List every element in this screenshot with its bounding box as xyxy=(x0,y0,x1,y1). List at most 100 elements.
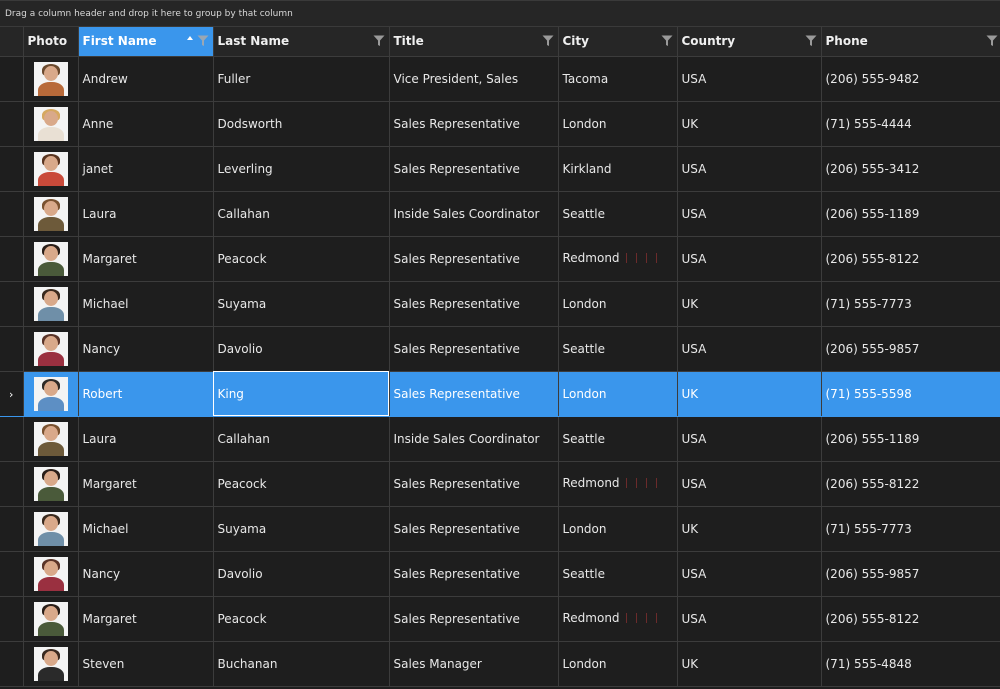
cell-city[interactable]: London xyxy=(558,506,678,552)
table-row[interactable]: Margaret Peacock Sales Representative Redmo… xyxy=(0,596,1000,642)
table-row[interactable]: Anne Dodsworth Sales Representative London U… xyxy=(0,101,1000,147)
cell-phone[interactable]: (71) 555-7773 xyxy=(821,506,1000,552)
table-row[interactable]: › Robert King Sales Representative London UK (… xyxy=(0,371,1000,417)
row-indicator[interactable] xyxy=(0,146,24,192)
cell-photo[interactable] xyxy=(23,596,79,642)
cell-title[interactable]: Sales Manager xyxy=(389,641,559,687)
cell-phone[interactable]: (206) 555-3412 xyxy=(821,146,1000,192)
cell-phone[interactable]: (206) 555-9482 xyxy=(821,56,1000,102)
row-indicator[interactable] xyxy=(0,236,24,282)
cell-title[interactable]: Sales Representative xyxy=(389,281,559,327)
funnel-icon[interactable] xyxy=(661,35,673,47)
cell-city[interactable]: London xyxy=(558,101,678,147)
cell-city[interactable]: Redmond xyxy=(558,461,678,507)
cell-phone[interactable]: (206) 555-8122 xyxy=(821,236,1000,282)
cell-last-name[interactable]: Suyama xyxy=(213,506,390,552)
cell-country[interactable]: USA xyxy=(677,191,822,237)
column-header-country[interactable]: Country xyxy=(677,27,822,57)
cell-country[interactable]: USA xyxy=(677,461,822,507)
cell-country[interactable]: USA xyxy=(677,56,822,102)
table-row[interactable]: Margaret Peacock Sales Representative Redmo… xyxy=(0,236,1000,282)
table-row[interactable]: Laura Callahan Inside Sales Coordinator Sea… xyxy=(0,191,1000,237)
row-indicator[interactable] xyxy=(0,191,24,237)
funnel-icon[interactable] xyxy=(805,35,817,47)
table-row[interactable]: Nancy Davolio Sales Representative Seattle U… xyxy=(0,551,1000,597)
cell-first-name[interactable]: Laura xyxy=(78,416,214,462)
cell-phone[interactable]: (71) 555-7773 xyxy=(821,281,1000,327)
cell-city[interactable]: Seattle xyxy=(558,416,678,462)
cell-title[interactable]: Sales Representative xyxy=(389,371,559,417)
cell-last-name[interactable]: Buchanan xyxy=(213,641,390,687)
cell-city[interactable]: Redmond xyxy=(558,236,678,282)
cell-city[interactable]: London xyxy=(558,281,678,327)
cell-photo[interactable] xyxy=(23,551,79,597)
cell-last-name[interactable]: Peacock xyxy=(213,596,390,642)
cell-first-name[interactable]: Andrew xyxy=(78,56,214,102)
row-indicator[interactable] xyxy=(0,641,24,687)
cell-country[interactable]: UK xyxy=(677,281,822,327)
cell-photo[interactable] xyxy=(23,326,79,372)
cell-title[interactable]: Inside Sales Coordinator xyxy=(389,191,559,237)
cell-country[interactable]: UK xyxy=(677,641,822,687)
cell-first-name[interactable]: Michael xyxy=(78,281,214,327)
cell-photo[interactable] xyxy=(23,146,79,192)
cell-city[interactable]: Seattle xyxy=(558,191,678,237)
cell-first-name[interactable]: Margaret xyxy=(78,461,214,507)
cell-title[interactable]: Sales Representative xyxy=(389,146,559,192)
cell-last-name[interactable]: Fuller xyxy=(213,56,390,102)
cell-phone[interactable]: (206) 555-8122 xyxy=(821,461,1000,507)
cell-first-name[interactable]: Michael xyxy=(78,506,214,552)
table-row[interactable]: Michael Suyama Sales Representative London U… xyxy=(0,281,1000,327)
funnel-icon[interactable] xyxy=(986,35,998,47)
cell-last-name[interactable]: Peacock xyxy=(213,461,390,507)
funnel-icon[interactable] xyxy=(373,35,385,47)
cell-first-name[interactable]: Margaret xyxy=(78,236,214,282)
cell-photo[interactable] xyxy=(23,506,79,552)
funnel-icon[interactable] xyxy=(542,35,554,47)
table-row[interactable]: Michael Suyama Sales Representative London U… xyxy=(0,506,1000,552)
cell-city[interactable]: Tacoma xyxy=(558,56,678,102)
cell-country[interactable]: UK xyxy=(677,506,822,552)
cell-title[interactable]: Sales Representative xyxy=(389,236,559,282)
cell-last-name[interactable]: Davolio xyxy=(213,326,390,372)
cell-title[interactable]: Sales Representative xyxy=(389,596,559,642)
cell-last-name[interactable]: Dodsworth xyxy=(213,101,390,147)
cell-phone[interactable]: (71) 555-5598 xyxy=(821,371,1000,417)
row-indicator[interactable] xyxy=(0,416,24,462)
cell-photo[interactable] xyxy=(23,461,79,507)
cell-city[interactable]: Redmond xyxy=(558,596,678,642)
cell-title[interactable]: Vice President, Sales xyxy=(389,56,559,102)
cell-phone[interactable]: (206) 555-8122 xyxy=(821,596,1000,642)
column-header-last-name[interactable]: Last Name xyxy=(213,27,390,57)
column-header-photo[interactable]: Photo xyxy=(23,27,79,57)
cell-first-name[interactable]: Nancy xyxy=(78,326,214,372)
cell-last-name[interactable]: Leverling xyxy=(213,146,390,192)
cell-phone[interactable]: (206) 555-1189 xyxy=(821,416,1000,462)
cell-photo[interactable] xyxy=(23,101,79,147)
cell-photo[interactable] xyxy=(23,416,79,462)
cell-title[interactable]: Inside Sales Coordinator xyxy=(389,416,559,462)
cell-photo[interactable] xyxy=(23,641,79,687)
cell-title[interactable]: Sales Representative xyxy=(389,101,559,147)
cell-country[interactable]: UK xyxy=(677,101,822,147)
row-indicator[interactable] xyxy=(0,551,24,597)
cell-phone[interactable]: (206) 555-9857 xyxy=(821,326,1000,372)
cell-phone[interactable]: (71) 555-4444 xyxy=(821,101,1000,147)
cell-first-name[interactable]: janet xyxy=(78,146,214,192)
row-indicator[interactable] xyxy=(0,281,24,327)
funnel-icon[interactable] xyxy=(197,35,209,47)
column-header-city[interactable]: City xyxy=(558,27,678,57)
table-row[interactable]: Andrew Fuller Vice President, Sales Tacoma U… xyxy=(0,56,1000,102)
cell-country[interactable]: USA xyxy=(677,326,822,372)
cell-first-name[interactable]: Steven xyxy=(78,641,214,687)
row-indicator[interactable] xyxy=(0,326,24,372)
cell-photo[interactable] xyxy=(23,56,79,102)
cell-country[interactable]: USA xyxy=(677,146,822,192)
cell-title[interactable]: Sales Representative xyxy=(389,461,559,507)
column-header-phone[interactable]: Phone xyxy=(821,27,1000,57)
table-row[interactable]: Margaret Peacock Sales Representative Redmo… xyxy=(0,461,1000,507)
cell-title[interactable]: Sales Representative xyxy=(389,551,559,597)
cell-last-name[interactable]: Davolio xyxy=(213,551,390,597)
cell-photo[interactable] xyxy=(23,281,79,327)
cell-phone[interactable]: (206) 555-9857 xyxy=(821,551,1000,597)
